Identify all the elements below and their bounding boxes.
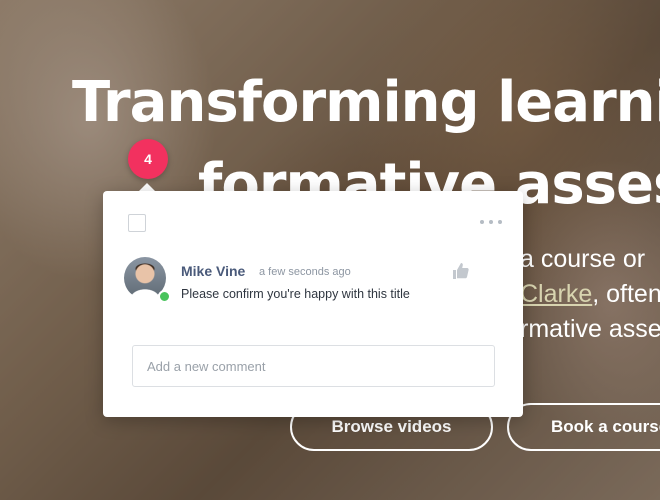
hero-description-line-1: a course or <box>520 245 646 273</box>
book-course-button[interactable]: Book a course <box>507 403 660 451</box>
more-dot <box>480 220 484 224</box>
comment-popup: Mike Vine a few seconds ago Please confi… <box>103 191 523 417</box>
thumbs-up-icon[interactable] <box>451 261 471 281</box>
more-dot <box>489 220 493 224</box>
comment-count-badge[interactable]: 4 <box>128 139 168 179</box>
resolve-checkbox[interactable] <box>128 214 146 232</box>
more-horizontal-icon[interactable] <box>480 213 502 231</box>
page: Transforming learnin formative assess a … <box>0 0 660 500</box>
author-link[interactable]: Clarke <box>520 280 592 308</box>
hero-title-line-1: Transforming learnin <box>72 70 660 135</box>
hero-description-line-2: Clarke, often <box>520 277 660 312</box>
hero-description: a course or Clarke, often rmative asse <box>520 242 660 347</box>
comment-item: Mike Vine a few seconds ago Please confi… <box>124 255 504 305</box>
hero-description-line-3: rmative asse <box>520 315 660 343</box>
hero-description-line-2-rest: , often <box>592 280 660 308</box>
more-dot <box>498 220 502 224</box>
comment-text: Please confirm you're happy with this ti… <box>181 287 410 301</box>
online-status-indicator <box>158 290 171 303</box>
comment-timestamp: a few seconds ago <box>259 266 351 278</box>
comment-author[interactable]: Mike Vine <box>181 263 245 279</box>
new-comment-input[interactable] <box>132 345 495 387</box>
